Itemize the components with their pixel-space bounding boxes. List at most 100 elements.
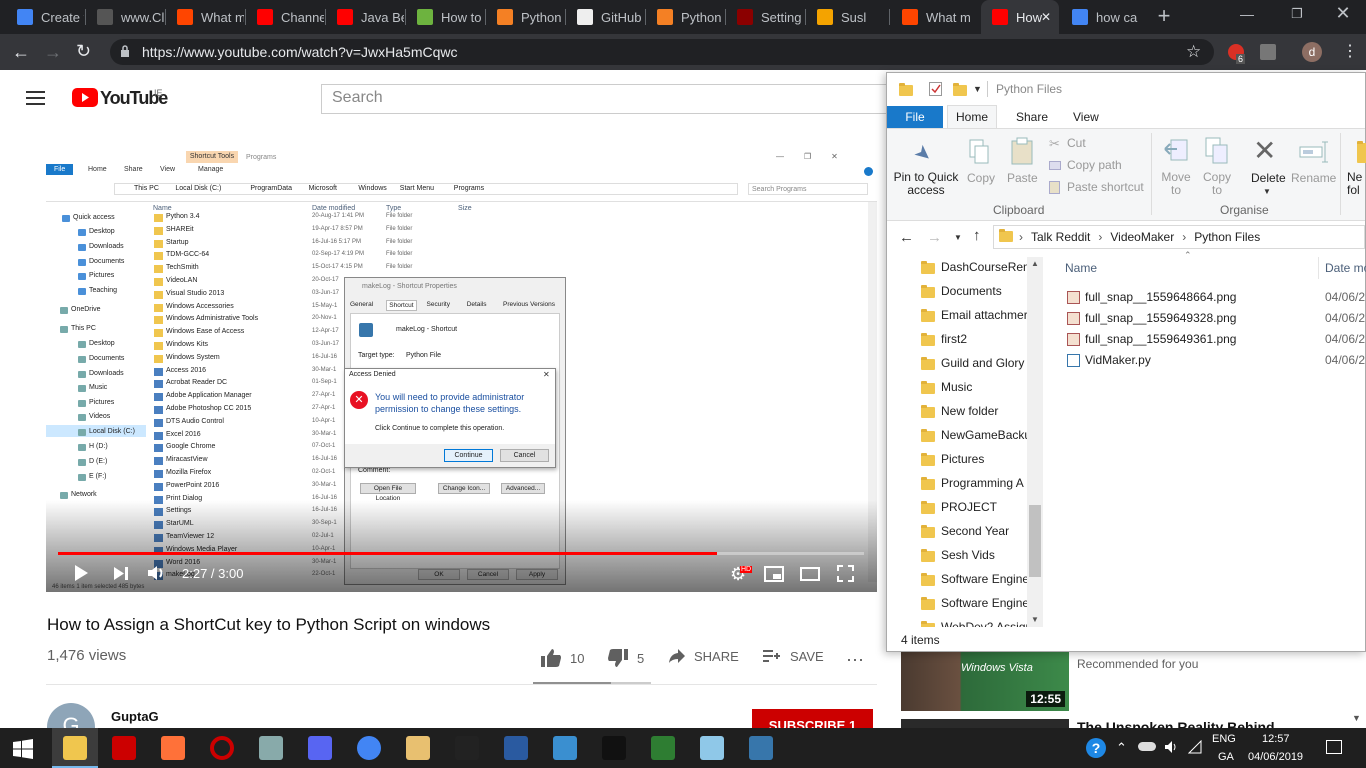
close-window-button[interactable]: ✕ bbox=[1328, 3, 1358, 27]
share-tab[interactable]: Share bbox=[1016, 110, 1048, 124]
input-language-2[interactable]: GA bbox=[1218, 751, 1234, 763]
back-icon[interactable]: ← bbox=[12, 42, 30, 63]
7zip-icon[interactable] bbox=[455, 736, 479, 760]
nav-folder-item[interactable]: Email attachmer bbox=[919, 307, 1029, 325]
firefox-icon[interactable] bbox=[161, 736, 185, 760]
theater-mode-icon[interactable] bbox=[800, 567, 820, 581]
cut-button[interactable]: Cut bbox=[1067, 136, 1086, 150]
file-explorer-icon[interactable] bbox=[63, 736, 87, 760]
game-icon[interactable] bbox=[406, 736, 430, 760]
browser-tab[interactable]: What m bbox=[166, 0, 244, 34]
network-tool-icon[interactable] bbox=[504, 736, 528, 760]
nav-folder-item[interactable]: Software Engine bbox=[919, 571, 1029, 589]
nav-scroll-up-icon[interactable]: ▲ bbox=[1031, 259, 1039, 268]
search-input[interactable] bbox=[321, 84, 921, 114]
next-icon[interactable] bbox=[113, 566, 129, 581]
windows-start-icon[interactable] bbox=[13, 739, 33, 759]
nav-folder-item[interactable]: WebDev2 Assign bbox=[919, 619, 1029, 627]
nav-folder-item[interactable]: Second Year bbox=[919, 523, 1029, 541]
file-row[interactable]: VidMaker.py 04/06/2 bbox=[1065, 352, 1365, 370]
forward-nav-icon[interactable]: → bbox=[927, 229, 942, 246]
new-folder-quick-icon[interactable] bbox=[953, 83, 967, 96]
paste-shortcut-button[interactable]: Paste shortcut bbox=[1067, 180, 1144, 194]
breadcrumb-item[interactable]: VideoMaker bbox=[1110, 230, 1174, 244]
nav-folder-item[interactable]: Documents bbox=[919, 283, 1029, 301]
file-tab[interactable]: File bbox=[887, 106, 943, 128]
nav-folder-item[interactable]: NewGameBacku bbox=[919, 427, 1029, 445]
home-tab[interactable]: Home bbox=[947, 105, 997, 129]
nav-folder-item[interactable]: first2 bbox=[919, 331, 1029, 349]
show-hidden-icons[interactable]: ⌃ bbox=[1116, 740, 1127, 756]
reload-icon[interactable]: ↻ bbox=[76, 41, 91, 62]
browser-tab[interactable]: GitHub bbox=[566, 0, 644, 34]
properties-checkbox-icon[interactable] bbox=[929, 82, 942, 96]
copy-button[interactable]: Copy bbox=[967, 171, 995, 185]
volume-icon[interactable] bbox=[147, 564, 167, 582]
notepad-icon[interactable] bbox=[651, 736, 675, 760]
help-icon[interactable]: ? bbox=[1086, 738, 1106, 758]
speaker-icon[interactable] bbox=[1164, 740, 1178, 754]
clock-date[interactable]: 04/06/2019 bbox=[1248, 751, 1303, 763]
nav-folder-item[interactable]: Music bbox=[919, 379, 1029, 397]
customize-qat-icon[interactable]: ▼ bbox=[973, 84, 982, 94]
like-button[interactable]: 10 bbox=[540, 648, 584, 668]
new-folder-button[interactable]: Ne fol bbox=[1347, 171, 1366, 197]
browser-tab[interactable]: Python bbox=[486, 0, 564, 34]
more-actions-icon[interactable]: ⋯ bbox=[846, 650, 865, 671]
browser-tab[interactable]: Java Be bbox=[326, 0, 404, 34]
onedrive-icon[interactable] bbox=[1138, 742, 1156, 751]
dislike-button[interactable]: 5 bbox=[607, 648, 644, 668]
up-nav-icon[interactable]: ↑ bbox=[973, 227, 981, 244]
file-row[interactable]: full_snap__1559649361.png 04/06/2 bbox=[1065, 331, 1365, 349]
browser-tab[interactable]: Setting bbox=[726, 0, 804, 34]
breadcrumb-chevron-icon[interactable]: › bbox=[1098, 230, 1102, 244]
python-icon[interactable] bbox=[749, 736, 773, 760]
forward-icon[interactable]: → bbox=[44, 42, 62, 63]
nav-folder-item[interactable]: PROJECT bbox=[919, 499, 1029, 517]
channel-name[interactable]: GuptaG bbox=[111, 709, 159, 724]
youtube-logo-icon[interactable] bbox=[72, 88, 98, 107]
recent-locations-icon[interactable]: ▼ bbox=[954, 233, 962, 242]
extension-icon-2[interactable] bbox=[1260, 44, 1276, 60]
browser-tab[interactable]: What m bbox=[891, 0, 979, 34]
subscribe-button[interactable]: SUBSCRIBE 1 bbox=[752, 709, 873, 728]
nav-folder-item[interactable]: DashCourseRem bbox=[919, 259, 1029, 277]
column-header-name[interactable]: Name bbox=[1065, 261, 1097, 275]
control-panel-icon[interactable] bbox=[553, 736, 577, 760]
breadcrumb-chevron-icon[interactable]: › bbox=[1182, 230, 1186, 244]
scroll-down-arrow[interactable]: ▼ bbox=[1352, 713, 1361, 723]
paste-button[interactable]: Paste bbox=[1007, 171, 1038, 185]
nav-folder-item[interactable]: Software Engine bbox=[919, 595, 1029, 613]
opera-icon[interactable] bbox=[210, 736, 234, 760]
column-divider[interactable] bbox=[1318, 257, 1319, 279]
copy-path-button[interactable]: Copy path bbox=[1067, 158, 1122, 172]
rec-title-2[interactable]: The Unspoken Reality Behind bbox=[1077, 718, 1275, 728]
browser-tab[interactable]: How to bbox=[406, 0, 484, 34]
browser-tab[interactable]: Susl bbox=[806, 0, 888, 34]
delete-dropdown-icon[interactable]: ▼ bbox=[1263, 187, 1271, 196]
file-row[interactable]: full_snap__1559648664.png 04/06/2 bbox=[1065, 289, 1365, 307]
maximize-button[interactable]: ❐ bbox=[1282, 6, 1312, 26]
profile-avatar[interactable]: d bbox=[1302, 42, 1322, 62]
menu-kebab-icon[interactable]: ⋮ bbox=[1342, 41, 1358, 61]
close-tab-icon[interactable]: ✕ bbox=[1041, 10, 1051, 24]
nav-folder-item[interactable]: Guild and Glory bbox=[919, 355, 1029, 373]
view-tab[interactable]: View bbox=[1073, 110, 1099, 124]
clock-time[interactable]: 12:57 bbox=[1262, 733, 1290, 745]
nav-scroll-down-icon[interactable]: ▼ bbox=[1031, 615, 1039, 624]
browser-tab[interactable]: Channe bbox=[246, 0, 324, 34]
image-viewer-icon[interactable] bbox=[259, 736, 283, 760]
nav-folder-item[interactable]: Sesh Vids bbox=[919, 547, 1029, 565]
browser-tab[interactable]: Create y bbox=[6, 0, 84, 34]
pin-quick-access-button[interactable]: Pin to Quick access bbox=[893, 171, 959, 197]
nav-folder-item[interactable]: Pictures bbox=[919, 451, 1029, 469]
browser-tab[interactable]: www.Cl bbox=[86, 0, 164, 34]
discord-icon[interactable] bbox=[308, 736, 332, 760]
breadcrumb-item[interactable]: Python Files bbox=[1194, 230, 1260, 244]
save-button[interactable]: SAVE bbox=[762, 648, 824, 664]
chrome-icon[interactable] bbox=[357, 736, 381, 760]
play-icon[interactable] bbox=[72, 564, 90, 582]
share-button[interactable]: SHARE bbox=[668, 648, 739, 664]
browser-tab[interactable]: how ca bbox=[1061, 0, 1147, 34]
nav-folder-item[interactable]: New folder bbox=[919, 403, 1029, 421]
